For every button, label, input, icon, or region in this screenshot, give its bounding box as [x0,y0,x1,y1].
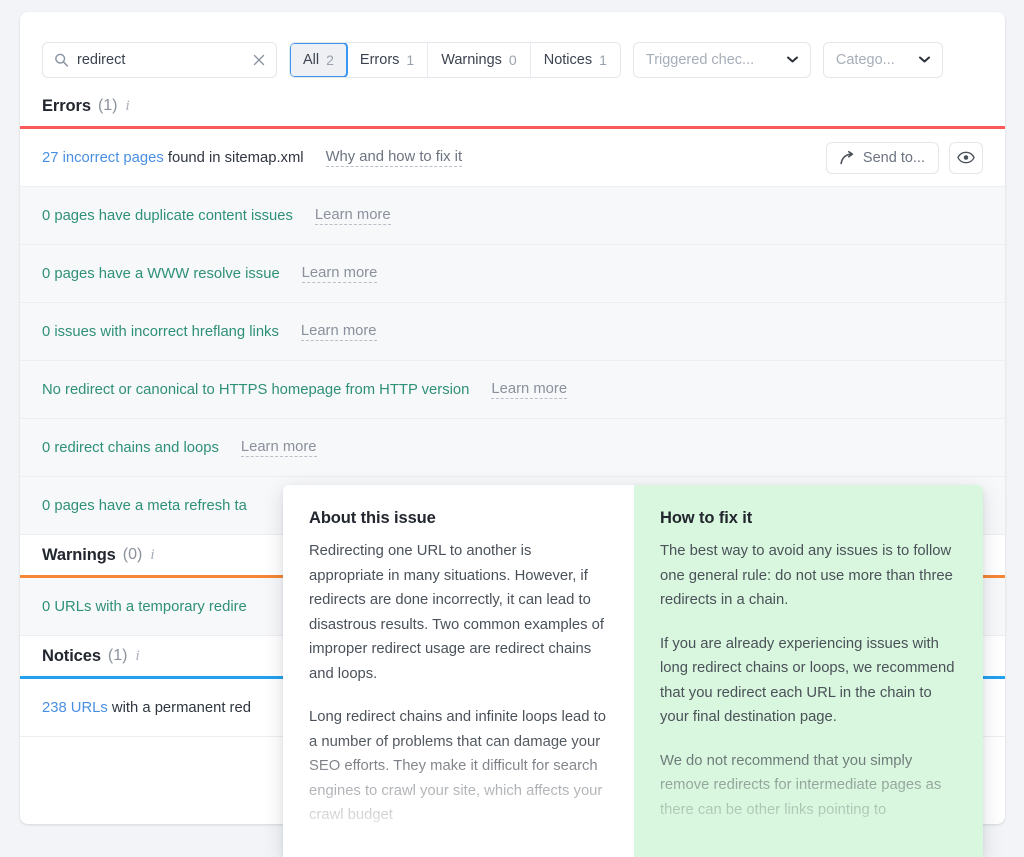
learn-more-link[interactable]: Learn more [314,207,391,225]
section-header-errors: Errors (1) i [20,86,1005,126]
tab-errors-label: Errors [359,52,400,68]
section-count-errors: (1) [97,97,118,114]
search-box[interactable] [42,42,277,78]
tab-all-count: 2 [326,52,334,68]
tab-warnings-count: 0 [508,52,517,68]
table-row[interactable]: No redirect or canonical to HTTPS homepa… [20,361,1005,419]
fix-paragraph: We do not recommend that you simply remo… [660,752,942,818]
issue-count-link[interactable]: 238 URLs [42,700,108,716]
issue-count-link[interactable]: 27 incorrect pages [42,150,164,166]
issue-title: No redirect or canonical to HTTPS homepa… [42,381,470,398]
triggered-checks-label: Triggered chec... [645,52,755,68]
issue-title: 0 issues with incorrect hreflang links [42,323,279,340]
issue-title: 0 pages have a WWW resolve issue [42,265,280,282]
eye-icon[interactable] [949,141,983,174]
tab-notices-label: Notices [543,52,593,68]
section-title-notices: Notices [42,646,101,665]
section-count-warnings: (0) [122,546,143,563]
learn-more-link[interactable]: Learn more [301,265,378,283]
table-row[interactable]: 0 pages have duplicate content issues Le… [20,187,1005,245]
issue-title: 0 pages have duplicate content issues [42,207,293,224]
table-row[interactable]: 27 incorrect pages found in sitemap.xml … [20,129,1005,187]
send-to-button[interactable]: Send to... [825,141,939,174]
issue-title: 0 pages have a meta refresh ta [42,497,247,514]
row-actions: Send to... [825,141,983,174]
category-label: Catego... [835,52,895,68]
clear-search-icon[interactable] [251,52,267,68]
about-this-issue-heading: About this issue [309,509,436,527]
chevron-down-icon [786,55,798,66]
issue-title-rest: found in sitemap.xml [163,149,304,166]
issue-help-popover: About this issue Redirecting one URL to … [283,485,983,857]
fix-paragraph: If you are already experiencing issues w… [660,635,955,726]
about-paragraph: Redirecting one URL to another is approp… [309,543,604,682]
triggered-checks-dropdown[interactable]: Triggered chec... [632,42,811,78]
info-icon[interactable]: i [135,648,139,665]
search-icon [54,53,69,68]
table-row[interactable]: 0 pages have a WWW resolve issue Learn m… [20,245,1005,303]
tab-errors-count: 1 [406,52,415,68]
section-title-warnings: Warnings [42,545,116,564]
tab-all-label: All [303,52,320,68]
category-dropdown[interactable]: Catego... [822,42,943,78]
issue-title: 27 incorrect pages found in sitemap.xml [42,150,304,166]
tab-warnings[interactable]: Warnings 0 [428,43,531,77]
tab-all[interactable]: All 2 [289,43,348,77]
tab-notices-count: 1 [599,52,607,68]
tab-warnings-label: Warnings [441,52,502,68]
learn-more-link[interactable]: Learn more [300,323,377,341]
tab-notices[interactable]: Notices 1 [530,43,620,77]
search-input[interactable] [43,43,276,77]
share-arrow-icon [840,150,855,165]
info-icon[interactable]: i [126,98,130,115]
section-count-notices: (1) [107,647,128,664]
info-icon[interactable]: i [150,547,154,564]
how-to-fix-it-pane: How to fix it The best way to avoid any … [634,485,983,857]
learn-more-link[interactable]: Learn more [491,381,568,399]
why-and-how-to-fix-it-link[interactable]: Why and how to fix it [325,149,463,167]
table-row[interactable]: 0 redirect chains and loops Learn more [20,419,1005,477]
learn-more-link[interactable]: Learn more [240,439,317,457]
fix-paragraph: The best way to avoid any issues is to f… [660,543,953,608]
about-paragraph: Long redirect chains and infinite loops … [309,709,606,823]
send-to-label: Send to... [862,149,925,166]
about-this-issue-pane: About this issue Redirecting one URL to … [283,485,634,857]
how-to-fix-it-heading: How to fix it [660,509,753,527]
filters-toolbar: All 2 Errors 1 Warnings 0 Notices 1 Trig… [20,12,1005,86]
section-title-errors: Errors [42,96,91,115]
issue-title-rest: with a permanent red [107,699,251,716]
table-row[interactable]: 0 issues with incorrect hreflang links L… [20,303,1005,361]
chevron-down-icon [918,55,930,66]
issue-title: 238 URLs with a permanent red [42,700,251,716]
issue-title: 0 URLs with a temporary redire [42,598,247,615]
issue-title: 0 redirect chains and loops [42,439,219,456]
severity-tab-group: All 2 Errors 1 Warnings 0 Notices 1 [289,42,621,78]
tab-errors[interactable]: Errors 1 [346,43,429,77]
